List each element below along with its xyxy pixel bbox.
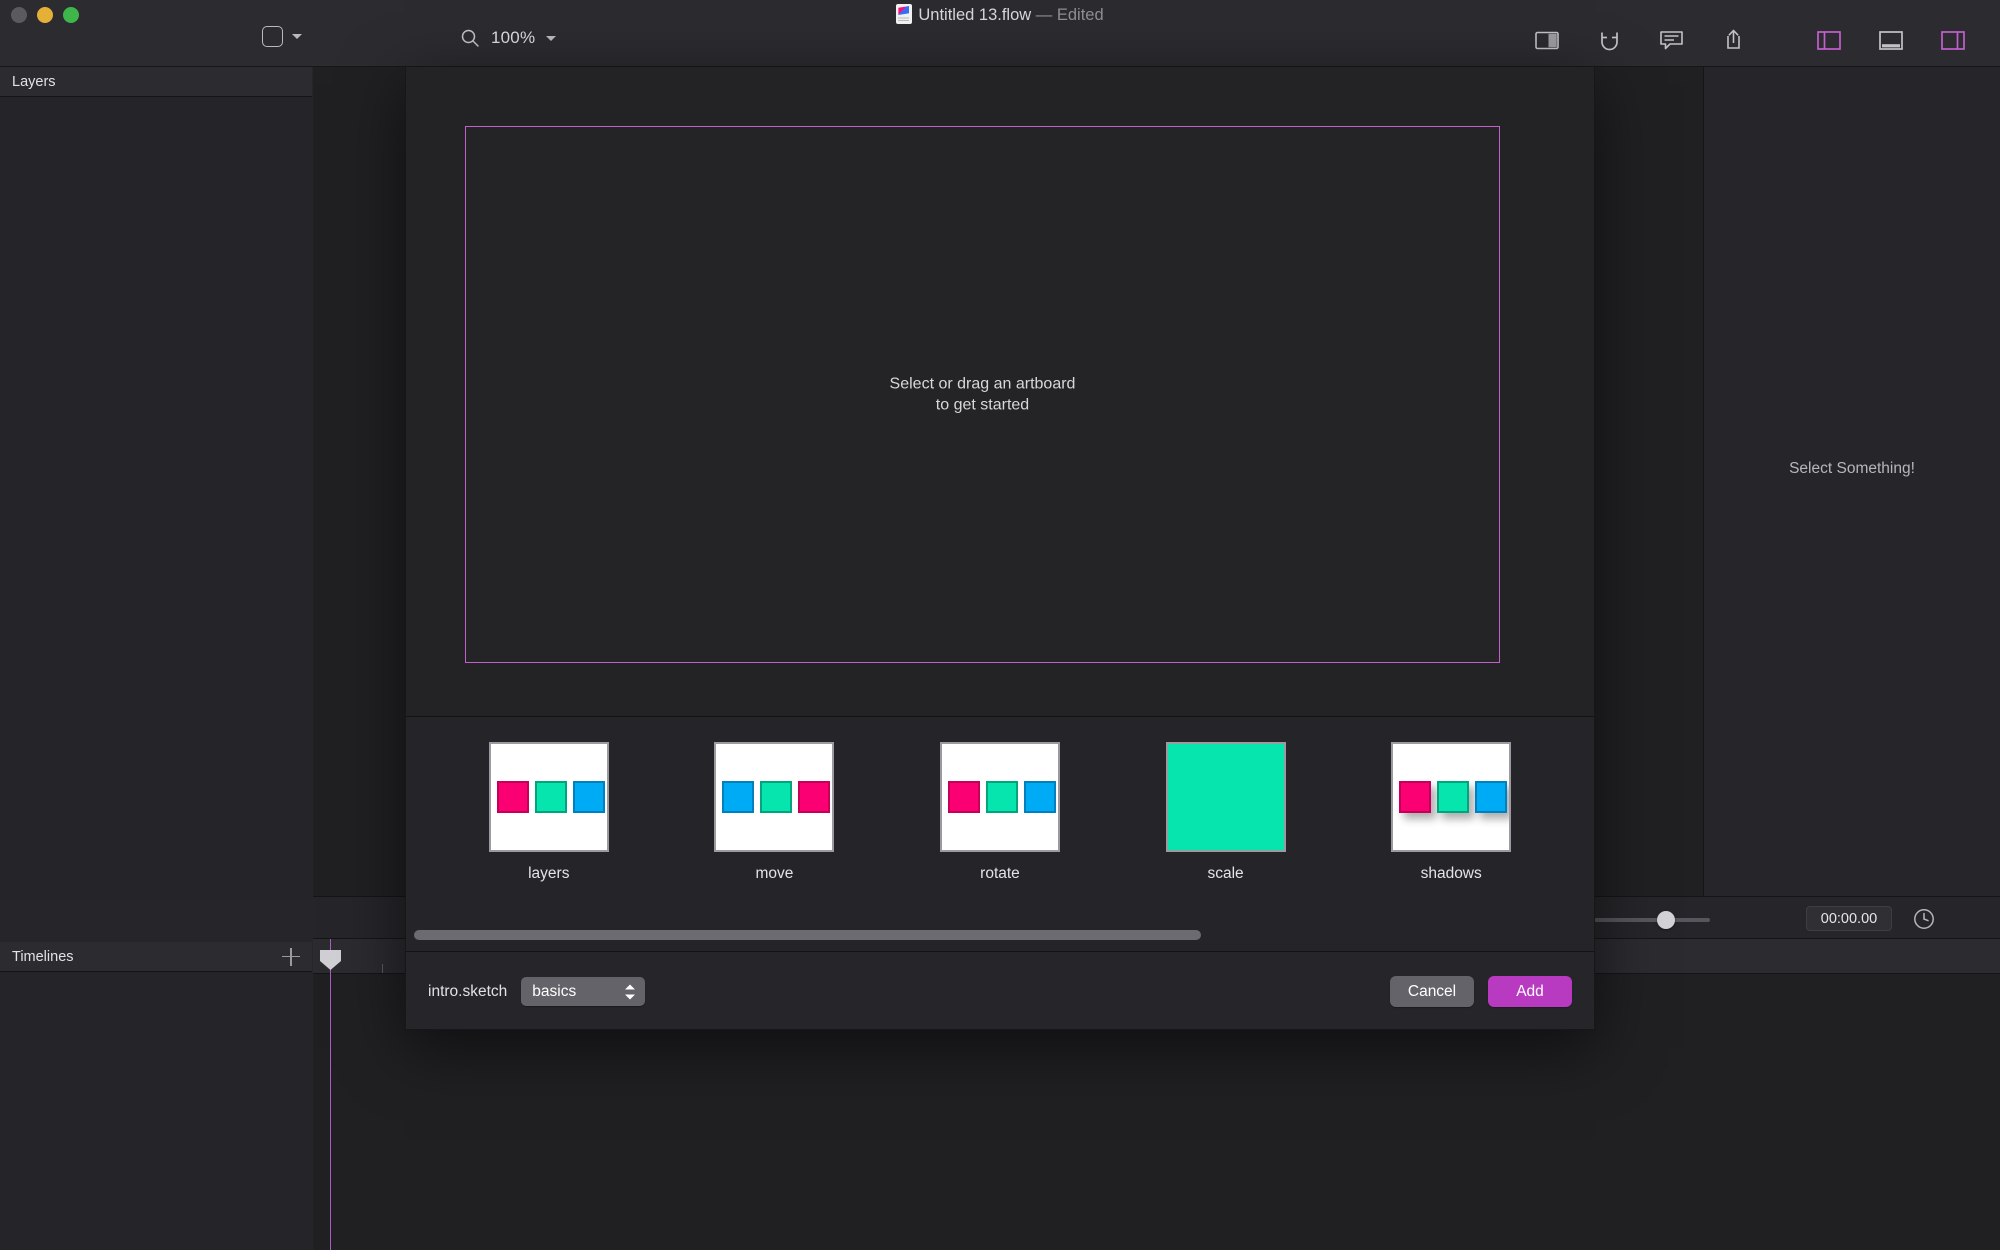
zoom-control[interactable]: 100% xyxy=(460,28,557,48)
timelines-panel-header: Timelines xyxy=(0,942,312,972)
artboard-thumbnail-cell[interactable]: layers xyxy=(436,742,662,883)
sheet-footer-source: intro.sketch basics xyxy=(428,977,646,1006)
document-title: Untitled 13.flow — Edited xyxy=(0,4,2000,26)
artboard-picker-list: layers move rotate scale shadows xyxy=(406,718,1594,950)
artboard-thumbnail-label: layers xyxy=(528,865,570,882)
sidebar-toggle-button[interactable] xyxy=(1516,25,1578,55)
thumbnail-square-row xyxy=(947,781,1056,813)
thumbnail-square-teal xyxy=(1437,781,1470,813)
horizontal-scrollbar[interactable] xyxy=(406,927,1594,943)
artboard-thumbnail-cell[interactable]: rotate xyxy=(887,742,1113,883)
artboard-thumbnail-label: move xyxy=(755,865,794,882)
comment-icon xyxy=(1659,31,1683,50)
page-select[interactable]: basics xyxy=(521,977,646,1006)
artboard-tool-button[interactable] xyxy=(262,26,302,47)
thumbnail-square-pink xyxy=(1399,781,1432,813)
preview-placeholder-line2: to get started xyxy=(935,396,1030,414)
layers-panel: Layers xyxy=(0,67,312,899)
artboard-thumbnail-cell[interactable]: move xyxy=(662,742,888,883)
comment-button[interactable] xyxy=(1640,25,1702,55)
thumbnail-square-teal xyxy=(985,781,1018,813)
inspector-panel: Select Something! xyxy=(1704,67,2000,896)
thumbnail-square-blue xyxy=(1023,781,1056,813)
thumbnail-square-pink xyxy=(947,781,980,813)
add-button[interactable]: Add xyxy=(1488,976,1572,1007)
sheet-footer: intro.sketch basics Cancel Add xyxy=(406,951,1594,1029)
right-panel-toggle-icon xyxy=(1941,30,1965,50)
app-window: Untitled 13.flow — Edited 100% Layers Ti… xyxy=(0,0,2000,1250)
window-titlebar: Untitled 13.flow — Edited 100% xyxy=(0,0,2000,67)
thumbnail-square-blue xyxy=(1475,781,1508,813)
artboard-thumbnail-label: rotate xyxy=(980,865,1020,882)
thumbnail-square-row xyxy=(1399,781,1508,813)
left-panel-toggle-icon xyxy=(1817,30,1841,50)
left-panel-toggle-button[interactable] xyxy=(1798,25,1860,55)
clock-button[interactable] xyxy=(1912,907,1936,931)
document-edited-status: — Edited xyxy=(1035,6,1104,24)
sidebar-spacer xyxy=(0,899,312,942)
source-file-label: intro.sketch xyxy=(428,982,508,1000)
timecode-field[interactable]: 00:00.00 xyxy=(1806,906,1892,931)
artboard-thumbnail[interactable] xyxy=(1165,742,1286,852)
preview-placeholder-line1: Select or drag an artboard xyxy=(889,374,1076,392)
add-artboards-sheet: Start Select or drag an artboard to get … xyxy=(405,67,1595,1030)
page-select-value: basics xyxy=(532,982,577,1000)
layers-list[interactable] xyxy=(0,97,312,899)
chevron-down-icon[interactable] xyxy=(292,34,302,39)
layers-panel-title: Layers xyxy=(12,73,56,90)
zoom-level-value: 100% xyxy=(491,28,536,47)
share-button[interactable] xyxy=(1702,25,1764,55)
magnifier-icon xyxy=(461,29,479,47)
left-sidebar: Layers Timelines xyxy=(0,67,312,1250)
bottom-panel-toggle-icon xyxy=(1879,30,1903,50)
share-icon xyxy=(1726,29,1740,49)
flow-document-icon xyxy=(896,4,913,24)
thumbnail-square-row xyxy=(496,781,605,813)
artboard-thumbnail[interactable] xyxy=(488,742,609,852)
thumbnail-square-pink xyxy=(496,781,529,813)
thumbnail-square-teal xyxy=(760,781,793,813)
bottom-panel-toggle-button[interactable] xyxy=(1860,25,1922,55)
timelines-list[interactable] xyxy=(0,972,312,1250)
artboard-thumbnail-label: scale xyxy=(1207,865,1244,882)
sidebar-toggle-icon xyxy=(1535,31,1559,49)
artboard-thumbnails: layers move rotate scale shadows xyxy=(406,742,1594,883)
ruler-tick-minor xyxy=(382,964,383,973)
artboard-thumbnail[interactable] xyxy=(1391,742,1512,852)
sheet-preview-area: Start Select or drag an artboard to get … xyxy=(406,67,1594,717)
thumbnail-square-pink xyxy=(798,781,831,813)
sheet-footer-actions: Cancel Add xyxy=(1390,976,1572,1007)
timelines-panel: Timelines xyxy=(0,942,312,1250)
artboard-shape-icon xyxy=(262,26,283,47)
artboard-thumbnail-cell[interactable]: shadows xyxy=(1338,742,1564,883)
toolbar-right-group xyxy=(1516,25,1984,55)
snapping-button[interactable] xyxy=(1578,25,1640,55)
right-panel-toggle-button[interactable] xyxy=(1922,25,1984,55)
thumbnail-square-teal xyxy=(534,781,567,813)
layers-panel-header: Layers xyxy=(0,67,312,97)
preview-placeholder: Select or drag an artboard to get starte… xyxy=(466,373,1499,416)
playhead-line xyxy=(330,939,332,1250)
thumbnail-square-blue xyxy=(722,781,755,813)
zoom-chevron-down-icon[interactable] xyxy=(546,35,557,41)
clock-icon xyxy=(1914,909,1934,929)
thumbnail-square-row xyxy=(722,781,831,813)
preview-artboard-frame[interactable]: Select or drag an artboard to get starte… xyxy=(465,126,1500,663)
timelines-panel-title: Timelines xyxy=(12,948,74,965)
magnet-snapping-icon xyxy=(1600,32,1618,50)
artboard-thumbnail-label: shadows xyxy=(1420,865,1482,882)
cancel-button[interactable]: Cancel xyxy=(1390,976,1474,1007)
document-title-text: Untitled 13.flow xyxy=(918,6,1032,24)
horizontal-scrollbar-thumb[interactable] xyxy=(414,930,1201,940)
artboard-thumbnail[interactable] xyxy=(714,742,835,852)
thumbnail-square-blue xyxy=(572,781,605,813)
timeline-zoom-slider-knob[interactable] xyxy=(1656,911,1675,929)
artboard-thumbnail-cell[interactable]: scale xyxy=(1113,742,1339,883)
chevron-updown-icon xyxy=(625,982,636,1001)
artboard-thumbnail[interactable] xyxy=(939,742,1060,852)
inspector-empty-message: Select Something! xyxy=(1789,460,1915,477)
add-timeline-button[interactable] xyxy=(282,947,300,966)
